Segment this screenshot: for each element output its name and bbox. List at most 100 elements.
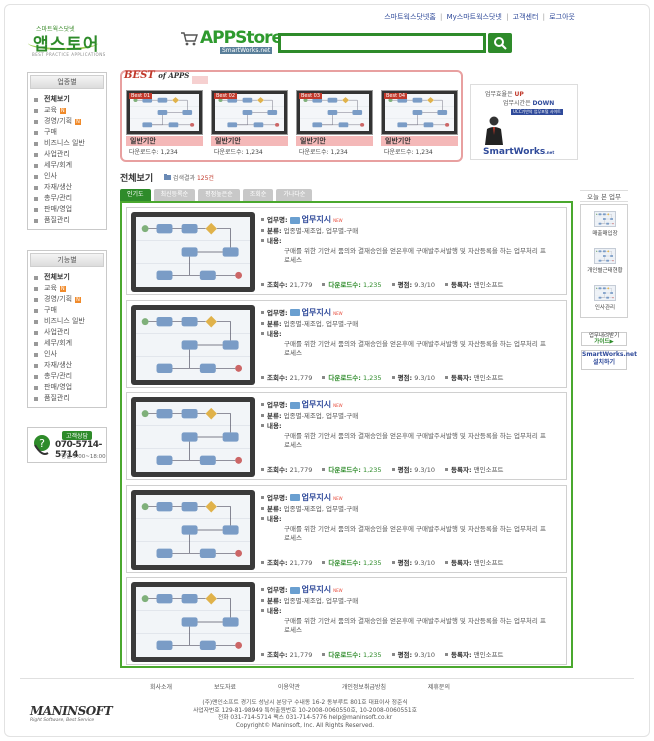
function-item[interactable]: 자재/생산: [34, 360, 106, 371]
category-item[interactable]: 비즈니스 일반: [34, 138, 106, 149]
recent-item[interactable]: 인사관리: [584, 285, 626, 311]
category-item[interactable]: 세무/회계: [34, 160, 106, 171]
app-name[interactable]: 업무지시: [302, 585, 331, 594]
function-item[interactable]: 세무/회계: [34, 338, 106, 349]
app-screenshot[interactable]: [131, 489, 255, 570]
bullet-icon: [34, 196, 38, 201]
app-name[interactable]: 업무지시: [302, 308, 331, 317]
bullet-icon: [34, 141, 38, 146]
list-item[interactable]: 업무명: 업무지시 NEW 분류: 업종별-제조업, 업무별-구매 내용: 구매를 위한…: [126, 577, 567, 665]
function-list: 전체보기 교육 N 경영/기획 N 구매 비즈니스 일반 사업관리 세무/회계 인사 자재/생산 총무…: [28, 269, 106, 407]
bullet-icon: [34, 374, 38, 379]
app-screenshot[interactable]: [131, 304, 255, 385]
category-item-label: 경영/기획: [44, 117, 73, 125]
recent-item-label: 인사관리: [594, 305, 616, 311]
list-item[interactable]: 업무명: 업무지시 NEW 분류: 업종별-제조업, 업무별-구매 내용: 구매를 위한…: [126, 299, 567, 388]
appstore-logo[interactable]: APPStore SmartWorks.net: [180, 28, 283, 58]
app-description: 구매를 위한 기안서 품의와 결재승인을 얻은후에 구매발주서발행 및 자산등록…: [284, 247, 546, 264]
process-diagram: [136, 315, 250, 373]
app-screenshot[interactable]: [131, 212, 255, 292]
sort-tab[interactable]: 평점높은순: [198, 189, 240, 201]
recent-item[interactable]: 매출매입장: [584, 211, 626, 237]
function-item[interactable]: 전체보기: [34, 272, 106, 283]
sort-tab[interactable]: 최신등록순: [153, 189, 196, 201]
app-type-icon: [289, 586, 300, 594]
bullet-icon: [34, 319, 38, 324]
function-item[interactable]: 품질관리: [34, 393, 106, 404]
search-input[interactable]: [281, 36, 483, 50]
list-item[interactable]: 업무명: 업무지시 NEW 분류: 업종별-제조업, 업무별-구매 내용: 구매를 위한…: [126, 207, 567, 295]
search-button[interactable]: [488, 33, 512, 53]
top-link-support[interactable]: 고객센터: [513, 13, 539, 21]
top-link-home[interactable]: 스마트웍스닷넷홈: [384, 13, 436, 21]
site-logo[interactable]: 스마트웍스닷넷 앱스토어 BEST PRACTICE APPLICATIONS: [28, 24, 108, 58]
function-item[interactable]: 인사: [34, 349, 106, 360]
function-item[interactable]: 경영/기획 N: [34, 294, 106, 305]
label-category: 분류:: [267, 227, 282, 235]
label-category: 분류:: [267, 412, 282, 420]
footer-link[interactable]: 보도자료: [214, 682, 236, 691]
install-button[interactable]: SmartWorks.net 설치하기: [581, 350, 637, 370]
category-item[interactable]: 자재/생산: [34, 182, 106, 193]
top-link-logout[interactable]: 로그아웃: [549, 13, 575, 21]
function-item-label: 품질관리: [44, 394, 70, 402]
list-item[interactable]: 업무명: 업무지시 NEW 분류: 업종별-제조업, 업무별-구매 내용: 구매를 위한…: [126, 392, 567, 480]
category-item[interactable]: 교육 N: [34, 105, 106, 116]
best-app-card[interactable]: Best 02 일반기안 다운로드수: 1,234: [211, 90, 288, 156]
function-item[interactable]: 총무/관리: [34, 371, 106, 382]
new-badge: N: [59, 285, 66, 292]
category-item[interactable]: 사업관리: [34, 149, 106, 160]
download-guide-button[interactable]: 업무내려받기 가이드▶: [581, 332, 627, 346]
sort-tab[interactable]: 조회순: [242, 189, 274, 201]
recent-item-label: 매출매입장: [592, 231, 618, 237]
bullet-icon: [34, 108, 38, 113]
sort-tab[interactable]: 가나다순: [276, 189, 313, 201]
footer-link[interactable]: 개인정보취급방침: [342, 682, 386, 691]
recent-list: 매출매입장개인별근태현황인사관리: [580, 204, 628, 318]
best-app-name: 일반기안: [381, 136, 458, 146]
category-item[interactable]: 경영/기획 N: [34, 116, 106, 127]
new-badge: NEW: [333, 403, 343, 408]
recent-item[interactable]: 개인별근태현황: [584, 248, 626, 274]
bullet-icon: [34, 396, 38, 401]
footer-link[interactable]: 제휴문의: [428, 682, 450, 691]
footer-link[interactable]: 회사소개: [150, 682, 172, 691]
bullet-icon: [34, 275, 38, 280]
category-item[interactable]: 인사: [34, 171, 106, 182]
bullet-icon: [34, 218, 38, 223]
app-name[interactable]: 업무지시: [302, 400, 331, 409]
function-item[interactable]: 교육 N: [34, 283, 106, 294]
smartworks-banner[interactable]: 업무효율은 UP 업무시간은 DOWN UCC기반의 업무포털 사이트 Smar…: [470, 84, 578, 160]
category-item-label: 자재/생산: [44, 183, 73, 191]
bullet-icon: [34, 341, 38, 346]
app-stats: 조회수: 21,779 다운로드수: 1,235 평점: 9.3/10 등록자: 맨인…: [261, 557, 504, 567]
app-type-icon: [289, 401, 300, 409]
list-item[interactable]: 업무명: 업무지시 NEW 분류: 업종별-제조업, 업무별-구매 내용: 구매를 위한…: [126, 484, 567, 573]
function-item[interactable]: 사업관리: [34, 327, 106, 338]
function-item-label: 교육: [44, 284, 57, 292]
footer-link[interactable]: 이용약관: [278, 682, 300, 691]
best-app-card[interactable]: Best 04 일반기안 다운로드수: 1,234: [381, 90, 458, 156]
best-app-card[interactable]: Best 03 일반기안 다운로드수: 1,234: [296, 90, 373, 156]
app-stats: 조회수: 21,779 다운로드수: 1,235 평점: 9.3/10 등록자: 맨인…: [261, 649, 504, 659]
category-item[interactable]: 총무/관리: [34, 193, 106, 204]
new-badge: NEW: [333, 588, 343, 593]
category-item[interactable]: 판매/영업: [34, 204, 106, 215]
app-name[interactable]: 업무지시: [302, 493, 331, 502]
function-item[interactable]: 판매/영업: [34, 382, 106, 393]
new-badge: NEW: [333, 218, 343, 223]
function-item[interactable]: 비즈니스 일반: [34, 316, 106, 327]
app-name[interactable]: 업무지시: [302, 215, 331, 224]
app-list: 업무명: 업무지시 NEW 분류: 업종별-제조업, 업무별-구매 내용: 구매를 위한…: [120, 201, 573, 668]
app-screenshot[interactable]: [131, 582, 255, 662]
bullet-icon: [34, 385, 38, 390]
sort-tab[interactable]: 인기도: [120, 189, 151, 201]
top-link-my[interactable]: My스마트웍스닷넷: [447, 13, 502, 21]
app-screenshot[interactable]: [131, 397, 255, 477]
category-item[interactable]: 구매: [34, 127, 106, 138]
best-app-card[interactable]: Best 01 일반기안 다운로드수: 1,234: [126, 90, 203, 156]
function-item[interactable]: 구매: [34, 305, 106, 316]
category-item[interactable]: 전체보기: [34, 94, 106, 105]
category-sidebar: 업종별 전체보기 교육 N 경영/기획 N 구매 비즈니스 일반 사업관리 세무/회계 인사 자재/…: [27, 72, 107, 230]
category-item[interactable]: 품질관리: [34, 215, 106, 226]
